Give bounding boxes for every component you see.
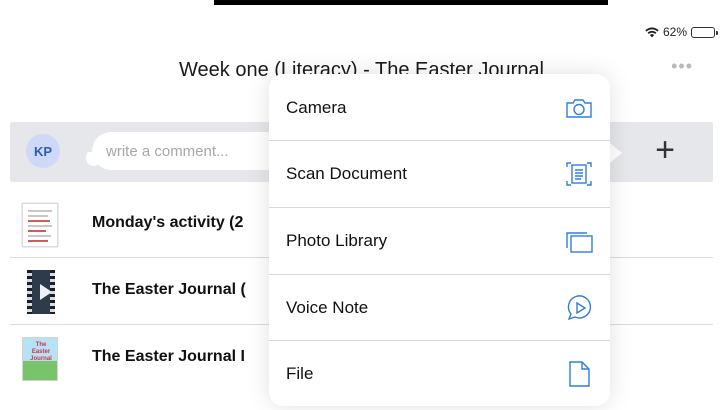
play-icon [40,284,52,300]
battery-percent: 62% [662,25,687,39]
menu-item-voice-note[interactable]: Voice Note [269,274,610,341]
video-thumbnail [27,270,55,314]
photo-library-icon [564,226,594,256]
menu-item-label: Scan Document [286,164,407,183]
attachment-menu: Camera Scan Document Photo Library Voice… [269,74,610,406]
book-cover-thumbnail: The Easter Journal [22,337,58,381]
menu-item-label: Voice Note [286,298,369,317]
black-bar [214,0,608,5]
menu-item-camera[interactable]: Camera [269,74,610,141]
scan-document-icon [564,159,594,189]
comment-input[interactable]: write a comment... [92,132,292,170]
add-attachment-button[interactable]: + [655,130,675,170]
camera-icon [564,93,594,123]
item-title: Monday's activity (2 [92,214,244,231]
item-title: The Easter Journal I [92,348,245,365]
menu-item-file[interactable]: File [269,340,610,407]
battery-icon [691,26,718,38]
wifi-icon [645,27,659,38]
avatar: KP [26,134,60,168]
menu-item-scan-document[interactable]: Scan Document [269,140,610,207]
menu-item-label: File [286,364,314,383]
more-options-button[interactable]: ••• [671,56,693,77]
status-bar: 62% [645,22,718,42]
menu-item-label: Photo Library [286,231,388,250]
menu-item-photo-library[interactable]: Photo Library [269,207,610,274]
menu-item-label: Camera [286,97,347,117]
document-thumbnail [22,203,58,247]
file-icon [564,359,594,389]
item-title: The Easter Journal ( [92,281,246,298]
top-strip [0,0,723,22]
voice-note-icon [564,293,594,323]
